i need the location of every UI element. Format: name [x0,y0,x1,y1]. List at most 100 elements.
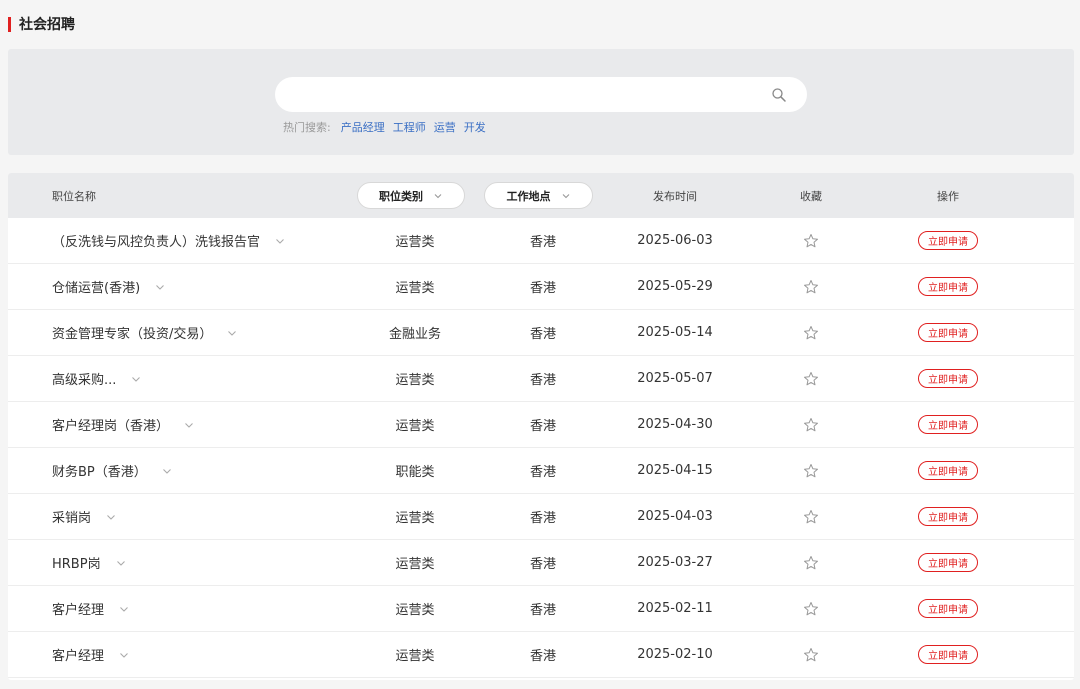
chevron-down-icon[interactable] [130,373,142,385]
job-location: 香港 [529,327,556,342]
apply-cell: 立即申请 [903,494,993,539]
job-location: 香港 [529,603,556,618]
star-icon [804,325,818,339]
favorite-star-icon[interactable] [791,264,831,309]
favorite-star-icon[interactable] [791,632,831,677]
location-filter-dropdown[interactable]: 工作地点 [484,182,593,209]
header-date: 发布时间 [653,189,697,203]
favorite-star-icon[interactable] [791,448,831,493]
section-title: 社会招聘 [19,17,75,33]
job-category: 运营类 [395,557,435,572]
favorite-star-icon[interactable] [791,540,831,585]
apply-cell: 立即申请 [903,310,993,355]
job-table: 职位名称 职位类别 工作地点 发布时间 收藏 操作 （反洗钱与风控负责人）洗钱报… [8,173,1074,680]
job-location: 香港 [529,373,556,388]
star-icon [804,279,818,293]
search-icon[interactable] [771,87,787,103]
table-row: 财务BP（香港） 职能类 香港 2025-04-15 立即申请 [8,448,1074,494]
apply-button[interactable]: 立即申请 [918,645,978,664]
chevron-down-icon[interactable] [161,465,173,477]
apply-cell: 立即申请 [903,586,993,631]
apply-button[interactable]: 立即申请 [918,553,978,572]
star-icon [804,509,818,523]
hot-keyword-development[interactable]: 开发 [464,119,486,135]
chevron-down-icon[interactable] [274,235,286,247]
job-title[interactable]: 高级采购... [52,369,116,388]
chevron-down-icon[interactable] [183,419,195,431]
job-category: 运营类 [395,603,435,618]
job-title[interactable]: 资金管理专家（投资/交易） [52,323,212,342]
apply-button[interactable]: 立即申请 [918,369,978,388]
job-title-cell[interactable]: 仓储运营(香港) [52,264,166,309]
chevron-down-icon[interactable] [105,511,117,523]
job-title[interactable]: 客户经理岗（香港） [52,415,169,434]
chevron-down-icon[interactable] [154,281,166,293]
apply-button[interactable]: 立即申请 [918,323,978,342]
favorite-star-icon[interactable] [791,356,831,401]
hot-keyword-engineer[interactable]: 工程师 [393,119,426,135]
header-action: 操作 [937,189,959,203]
hot-search-label: 热门搜索: [283,121,331,134]
job-title-cell[interactable]: 资金管理专家（投资/交易） [52,310,238,355]
category-filter-label: 职位类别 [379,189,423,203]
apply-button[interactable]: 立即申请 [918,415,978,434]
job-title-cell[interactable]: 客户经理 [52,586,130,631]
job-title-cell[interactable]: 财务BP（香港） [52,448,173,493]
table-row: （反洗钱与风控负责人）洗钱报告官 运营类 香港 2025-06-03 立即申请 [8,218,1074,264]
job-title-cell[interactable]: 高级采购... [52,356,142,401]
chevron-down-icon[interactable] [115,557,127,569]
favorite-star-icon[interactable] [791,402,831,447]
search-input[interactable] [293,77,767,114]
table-row: 客户经理 运营类 香港 2025-02-10 立即申请 [8,632,1074,678]
star-icon [804,555,818,569]
job-title[interactable]: HRBP岗 [52,553,101,572]
category-filter-dropdown[interactable]: 职位类别 [357,182,465,209]
job-title[interactable]: 客户经理 [52,645,104,664]
apply-cell: 立即申请 [903,218,993,263]
job-title[interactable]: （反洗钱与风控负责人）洗钱报告官 [52,231,260,250]
apply-button[interactable]: 立即申请 [918,231,978,250]
chevron-down-icon[interactable] [118,649,130,661]
apply-button[interactable]: 立即申请 [918,599,978,618]
header-title: 职位名称 [52,189,96,203]
job-category: 金融业务 [388,327,441,342]
publish-date: 2025-03-27 [637,555,713,570]
job-category: 运营类 [395,281,435,296]
hot-keyword-product-manager[interactable]: 产品经理 [341,119,385,135]
job-title[interactable]: 采销岗 [52,507,91,526]
hot-keyword-operations[interactable]: 运营 [434,119,456,135]
publish-date: 2025-05-14 [637,325,713,340]
apply-cell: 立即申请 [903,448,993,493]
job-location: 香港 [529,281,556,296]
table-row: 仓储运营(香港) 运营类 香港 2025-05-29 立即申请 [8,264,1074,310]
table-row: 资金管理专家（投资/交易） 金融业务 香港 2025-05-14 立即申请 [8,310,1074,356]
table-row: HRBP岗 运营类 香港 2025-03-27 立即申请 [8,540,1074,586]
publish-date: 2025-05-07 [637,371,713,386]
chevron-down-icon[interactable] [226,327,238,339]
job-title[interactable]: 财务BP（香港） [52,461,147,480]
job-title-cell[interactable]: （反洗钱与风控负责人）洗钱报告官 [52,218,286,263]
favorite-star-icon[interactable] [791,586,831,631]
job-title-cell[interactable]: 客户经理 [52,632,130,677]
job-title[interactable]: 客户经理 [52,599,104,618]
job-category: 运营类 [395,373,435,388]
chevron-down-icon[interactable] [118,603,130,615]
apply-button[interactable]: 立即申请 [918,461,978,480]
table-row: 客户经理 运营类 香港 2025-02-11 立即申请 [8,586,1074,632]
favorite-star-icon[interactable] [791,310,831,355]
job-title[interactable]: 仓储运营(香港) [52,277,140,296]
apply-button[interactable]: 立即申请 [918,507,978,526]
job-title-cell[interactable]: HRBP岗 [52,540,127,585]
apply-button[interactable]: 立即申请 [918,277,978,296]
job-location: 香港 [529,419,556,434]
job-title-cell[interactable]: 客户经理岗（香港） [52,402,195,447]
star-icon [804,417,818,431]
favorite-star-icon[interactable] [791,494,831,539]
job-title-cell[interactable]: 采销岗 [52,494,117,539]
location-filter-label: 工作地点 [506,189,551,203]
accent-bar [8,16,11,32]
apply-cell: 立即申请 [903,402,993,447]
star-icon [804,233,818,247]
apply-cell: 立即申请 [903,356,993,401]
favorite-star-icon[interactable] [791,218,831,263]
